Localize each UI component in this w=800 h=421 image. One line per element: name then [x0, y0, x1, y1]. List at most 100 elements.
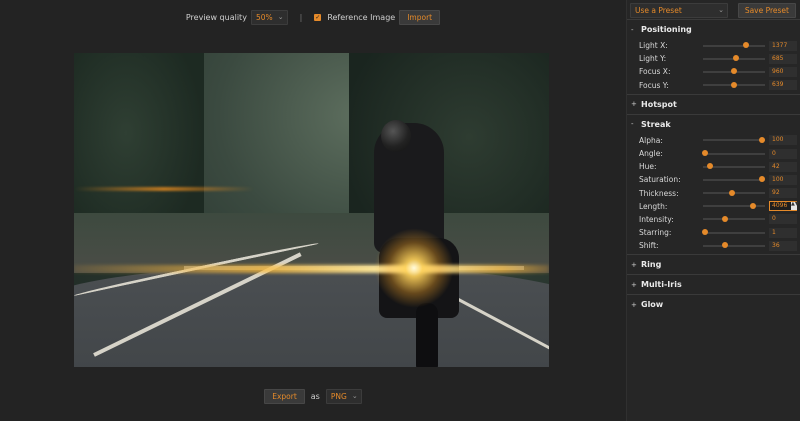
slider-row: Shift: 36	[627, 239, 800, 252]
preview-quality-value: 50%	[255, 12, 273, 22]
preview-toolbar: Preview quality 50% ⌄ | ✓ Reference Imag…	[0, 8, 626, 26]
slider-value-input[interactable]: 685	[769, 53, 797, 64]
slider-track[interactable]	[703, 136, 765, 143]
positioning-sliders: Light X: 1377 Light Y: 685 Focus X: 960 Focus …	[627, 39, 800, 94]
section-positioning: - Positioning Light X: 1377 Light Y: 685 Foc…	[627, 19, 800, 94]
collapse-toggle-icon: -	[631, 25, 634, 34]
preview-quality-label: Preview quality	[185, 12, 247, 22]
slider-label: Hue:	[639, 162, 657, 172]
slider-row: Length: 4096 ▲▼	[627, 200, 800, 213]
slider-track[interactable]	[703, 215, 765, 222]
slider-label: Angle:	[639, 149, 663, 159]
slider-value-input[interactable]: 92	[769, 188, 797, 199]
slider-thumb[interactable]	[743, 42, 750, 49]
expand-toggle-icon: +	[631, 260, 637, 269]
slider-row: Intensity: 0	[627, 213, 800, 226]
slider-track[interactable]	[703, 68, 765, 75]
slider-thumb[interactable]	[729, 189, 736, 196]
chevron-down-icon: ⌄	[718, 6, 724, 14]
slider-thumb[interactable]	[722, 242, 729, 249]
slider-value-input[interactable]: 0	[769, 148, 797, 159]
collapse-toggle-icon: -	[631, 120, 634, 129]
export-button[interactable]: Export	[264, 389, 305, 404]
preset-value: Use a Preset	[635, 6, 682, 15]
slider-thumb[interactable]	[758, 136, 765, 143]
expand-toggle-icon: +	[631, 100, 637, 109]
section-title: Glow	[641, 300, 664, 310]
section-multi-iris: + Multi-Iris	[627, 274, 800, 294]
section-title: Hotspot	[641, 99, 677, 109]
slider-value-input[interactable]: 42	[769, 161, 797, 172]
slider-value-input[interactable]: 639	[769, 80, 797, 91]
slider-value-input[interactable]: 1	[769, 227, 797, 238]
section-title: Streak	[641, 119, 671, 129]
section-glow: + Glow	[627, 294, 800, 314]
export-format-select[interactable]: PNG ⌄	[325, 389, 362, 404]
slider-track[interactable]	[703, 42, 765, 49]
slider-label: Shift:	[639, 241, 659, 251]
section-multi-iris-header[interactable]: + Multi-Iris	[627, 275, 800, 294]
slider-value-input[interactable]: 100	[769, 174, 797, 185]
slider-label: Light X:	[639, 41, 668, 51]
image-helmet	[381, 120, 411, 152]
section-streak: - Streak Alpha: 100 Angle: 0 Hue: 42 Saturatio…	[627, 113, 800, 255]
slider-label: Focus X:	[639, 67, 671, 77]
save-preset-button[interactable]: Save Preset	[737, 3, 796, 18]
settings-panel: Use a Preset ⌄ Save Preset - Positioning…	[626, 0, 800, 421]
slider-label: Alpha:	[639, 135, 663, 145]
slider-track[interactable]	[703, 81, 765, 88]
lens-flare-streak	[74, 265, 549, 273]
slider-label: Saturation:	[639, 175, 681, 185]
slider-row: Light Y: 685	[627, 52, 800, 65]
slider-thumb[interactable]	[731, 81, 737, 88]
slider-thumb[interactable]	[707, 163, 714, 170]
section-ring: + Ring	[627, 254, 800, 274]
slider-row: Thickness: 92	[627, 187, 800, 200]
slider-track[interactable]	[703, 202, 765, 209]
slider-track[interactable]	[703, 55, 765, 62]
slider-value-input[interactable]: 960	[769, 66, 797, 77]
section-streak-header[interactable]: - Streak	[627, 115, 800, 134]
slider-thumb[interactable]	[701, 150, 708, 157]
section-title: Positioning	[641, 25, 692, 34]
slider-track[interactable]	[703, 163, 765, 170]
preview-quality-select[interactable]: 50% ⌄	[250, 9, 288, 25]
slider-row: Focus Y: 639	[627, 79, 800, 92]
section-hotspot-header[interactable]: + Hotspot	[627, 95, 800, 114]
slider-track[interactable]	[703, 189, 765, 196]
preset-select[interactable]: Use a Preset ⌄	[630, 3, 728, 18]
slider-row: Angle: 0	[627, 147, 800, 160]
section-ring-header[interactable]: + Ring	[627, 255, 800, 274]
slider-track[interactable]	[703, 176, 765, 183]
image-wheel	[416, 303, 438, 367]
slider-row: Hue: 42	[627, 160, 800, 173]
slider-thumb[interactable]	[731, 68, 737, 75]
slider-thumb[interactable]	[732, 55, 739, 62]
slider-label: Light Y:	[639, 54, 667, 64]
section-positioning-header[interactable]: - Positioning	[627, 20, 800, 39]
slider-thumb[interactable]	[749, 202, 756, 209]
slider-track[interactable]	[701, 150, 765, 157]
export-format-value: PNG	[330, 392, 347, 401]
section-glow-header[interactable]: + Glow	[627, 295, 800, 314]
preview-image[interactable]	[74, 53, 549, 367]
export-bar: Export as PNG ⌄	[0, 389, 626, 404]
streak-sliders: Alpha: 100 Angle: 0 Hue: 42 Saturation: 100 Thic…	[627, 134, 800, 255]
lens-flare-streak-secondary	[74, 187, 254, 191]
slider-thumb[interactable]	[758, 176, 765, 183]
slider-thumb[interactable]	[721, 215, 728, 222]
slider-value-input[interactable]: 0	[769, 214, 797, 225]
slider-track[interactable]	[701, 229, 765, 236]
lens-flare-hotspot	[374, 228, 454, 308]
slider-label: Thickness:	[639, 188, 679, 198]
slider-value-input[interactable]: 36	[769, 240, 797, 251]
slider-thumb[interactable]	[701, 229, 708, 236]
slider-label: Length:	[639, 201, 668, 211]
spinner-icon[interactable]: ▲▼	[791, 202, 799, 211]
slider-value-input[interactable]: 100	[769, 135, 797, 146]
slider-value-input[interactable]: 1377	[769, 40, 797, 51]
import-button[interactable]: Import	[399, 9, 441, 25]
slider-row: Saturation: 100	[627, 173, 800, 186]
reference-image-checkbox[interactable]: ✓	[314, 13, 322, 21]
slider-track[interactable]	[703, 242, 765, 249]
